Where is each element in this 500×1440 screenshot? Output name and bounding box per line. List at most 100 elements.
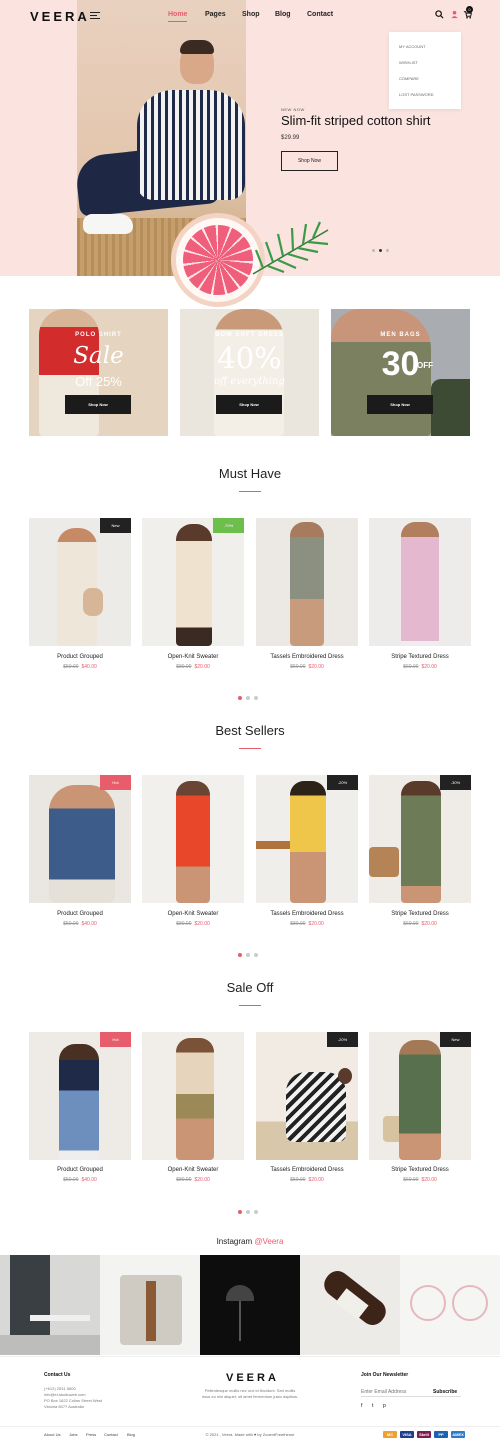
instagram-photo[interactable] — [100, 1255, 200, 1355]
product-price: $80.00 $20.00 — [176, 1177, 210, 1183]
product-name[interactable]: Product Grouped — [29, 654, 131, 660]
palm-leaf-decoration — [252, 221, 329, 275]
product-price: $60.00 $20.00 — [403, 664, 437, 670]
product-price: $80.00 $20.00 — [290, 921, 324, 927]
account-dropdown: MY ACCOUNT WISHLIST COMPARE LOST PASSWOR… — [389, 32, 461, 109]
menu-item-lost-password[interactable]: LOST PASSWORD — [399, 92, 434, 97]
search-icon[interactable] — [435, 10, 444, 19]
product-price: $50.00 $20.00 — [290, 664, 324, 670]
hero-tag: NEW NOW — [281, 107, 305, 112]
visa-icon: VISA — [400, 1431, 414, 1438]
product-card[interactable] — [369, 518, 471, 646]
menu-item-wishlist[interactable]: WISHLIST — [399, 60, 418, 65]
product-card[interactable]: New — [29, 518, 131, 646]
slider-dot[interactable] — [372, 249, 375, 252]
page: NEW NOW Slim-fit striped cotton shirt $2… — [0, 0, 500, 1440]
footer-logo[interactable]: VEERA — [226, 1372, 279, 1384]
instagram-title: Instagram @Veera — [216, 1237, 284, 1246]
contact-heading: Contact Us — [44, 1372, 71, 1378]
product-card[interactable]: Hot — [29, 775, 131, 903]
section-divider — [239, 1005, 261, 1006]
product-price: $80.00 $20.00 — [176, 664, 210, 670]
site-logo[interactable]: VEERA — [30, 9, 90, 24]
banner-shop-now-button[interactable]: Shop Now — [216, 395, 282, 414]
slider-dot[interactable] — [379, 249, 382, 252]
paypal-icon: PP — [434, 1431, 448, 1438]
product-name[interactable]: Open-Knit Sweater — [142, 654, 244, 660]
product-name[interactable]: Open-Knit Sweater — [142, 1167, 244, 1173]
menu-icon[interactable] — [90, 12, 100, 20]
product-name[interactable]: Tassels Embroidered Dress — [256, 911, 358, 917]
product-name[interactable]: Product Grouped — [29, 1167, 131, 1173]
product-name[interactable]: Product Grouped — [29, 911, 131, 917]
product-name[interactable]: Tassels Embroidered Dress — [256, 1167, 358, 1173]
section-title-must-have: Must Have — [218, 466, 282, 481]
product-name[interactable]: Stripe Textured Dress — [369, 911, 471, 917]
product-card[interactable]: New — [369, 1032, 471, 1160]
newsletter-heading: Join Our Newsletter — [361, 1372, 409, 1378]
slider-dot[interactable] — [386, 249, 389, 252]
product-name[interactable]: Tassels Embroidered Dress — [256, 654, 358, 660]
product-price: $80.00 $20.00 — [176, 921, 210, 927]
product-badge: -20% — [327, 775, 358, 790]
product-name[interactable]: Open-Knit Sweater — [142, 911, 244, 917]
product-card[interactable] — [256, 518, 358, 646]
hero-price: $29.99 — [281, 135, 300, 141]
carousel-dots — [238, 944, 262, 962]
nav-contact[interactable]: Contact — [307, 11, 333, 18]
nav-shop[interactable]: Shop — [242, 11, 260, 18]
instagram-photo[interactable] — [400, 1255, 500, 1355]
product-card[interactable]: Hot — [29, 1032, 131, 1160]
product-badge: Hot — [100, 775, 131, 790]
hero-slider-dots — [372, 239, 393, 257]
mastercard-icon: MC — [383, 1431, 397, 1438]
product-name[interactable]: Stripe Textured Dress — [369, 654, 471, 660]
section-divider — [239, 748, 261, 749]
nav-pages[interactable]: Pages — [205, 11, 226, 18]
menu-item-compare[interactable]: COMPARE — [399, 76, 419, 81]
user-icon[interactable] — [450, 10, 459, 19]
skrill-icon: Skrill — [417, 1431, 431, 1438]
footer-description: Pellentesque mollis nec orci id tincidun… — [201, 1388, 299, 1399]
product-price: $50.00 $40.00 — [63, 664, 97, 670]
product-badge: New — [440, 1032, 471, 1047]
banner-polo-shirt[interactable]: POLO SHIRT Sale Off 25% Shop Now — [29, 309, 168, 436]
product-name[interactable]: Stripe Textured Dress — [369, 1167, 471, 1173]
product-card[interactable]: -20% — [256, 775, 358, 903]
product-badge: Hot — [100, 1032, 131, 1047]
product-price: $50.00 $40.00 — [63, 921, 97, 927]
pinterest-icon[interactable]: p — [383, 1403, 386, 1409]
product-card[interactable]: -30% — [369, 775, 471, 903]
subscribe-button[interactable]: Subscribe — [433, 1389, 457, 1395]
instagram-photo[interactable] — [300, 1255, 400, 1355]
product-price: $60.00 $20.00 — [403, 1177, 437, 1183]
nav-home[interactable]: Home — [168, 11, 188, 22]
banner-shop-now-button[interactable]: Shop Now — [65, 395, 131, 414]
banner-shop-now-button[interactable]: Shop Now — [367, 395, 433, 414]
menu-item-my-account[interactable]: MY ACCOUNT — [399, 44, 426, 49]
model-image — [39, 309, 99, 436]
product-price: $60.00 $20.00 — [403, 921, 437, 927]
twitter-icon[interactable]: t — [372, 1403, 373, 1409]
instagram-photo[interactable] — [200, 1255, 300, 1355]
carousel-dots — [238, 1201, 262, 1219]
instagram-photo[interactable] — [0, 1255, 100, 1355]
instagram-handle[interactable]: @Veera — [254, 1237, 283, 1246]
nav-blog[interactable]: Blog — [275, 11, 291, 18]
product-price: $50.00 $40.00 — [63, 1177, 97, 1183]
bag-image — [431, 379, 470, 436]
product-card[interactable]: -20% — [256, 1032, 358, 1160]
cart-count-badge: 0 — [466, 6, 473, 13]
product-card[interactable]: -70% — [142, 518, 244, 646]
hero-shop-now-button[interactable]: Shop Now — [281, 151, 338, 171]
contact-address: Victoria 8077 Australia — [44, 1404, 84, 1409]
product-card[interactable] — [142, 1032, 244, 1160]
product-badge: -30% — [440, 775, 471, 790]
product-card[interactable] — [142, 775, 244, 903]
facebook-icon[interactable]: f — [361, 1403, 362, 1409]
banner-bow-soft-dress[interactable]: BOW SOFT DRESS 40% off everything Shop N… — [180, 309, 319, 436]
banner-men-bags[interactable]: MEN BAGS 30 OFF Shop Now — [331, 309, 470, 436]
amex-icon: AMEX — [451, 1431, 465, 1438]
section-divider — [239, 491, 261, 492]
site-header: VEERA Home Pages Shop Blog Contact 0 — [0, 0, 500, 32]
